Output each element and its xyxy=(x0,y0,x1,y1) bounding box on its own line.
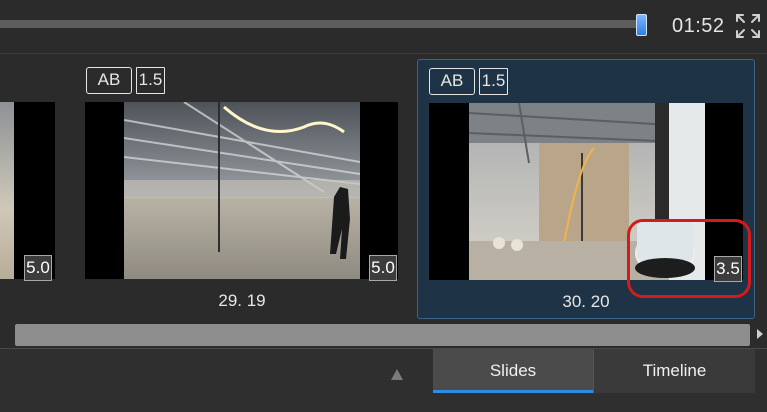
tab-timeline[interactable]: Timeline xyxy=(593,349,755,393)
slide-image xyxy=(85,102,398,279)
slide-duration[interactable]: 5.0 xyxy=(369,255,397,281)
slide-duration[interactable]: 5.0 xyxy=(24,255,52,281)
tab-slides[interactable]: Slides xyxy=(433,349,593,393)
annotation-highlight xyxy=(627,219,751,298)
fullscreen-icon[interactable] xyxy=(735,13,761,39)
scroll-right-arrow-icon[interactable] xyxy=(757,329,763,339)
collapse-up-arrow-icon[interactable] xyxy=(391,369,403,380)
seek-track[interactable] xyxy=(0,20,640,28)
slide-image xyxy=(0,102,55,279)
seek-handle[interactable] xyxy=(636,14,647,36)
scrollbar-thumb[interactable] xyxy=(15,324,750,346)
slide-caption: 29. 19 xyxy=(218,291,266,310)
transition-badge[interactable]: AB xyxy=(86,67,132,94)
transition-badge[interactable]: AB xyxy=(429,68,475,95)
slide-thumbnail[interactable]: 5.0 xyxy=(0,55,60,323)
slide-thumbnail[interactable]: AB 1.5 5.0 29. 19 xyxy=(84,55,400,323)
playback-bar: 01:52 xyxy=(0,0,767,54)
transition-duration-badge[interactable]: 1.5 xyxy=(479,68,508,95)
bottom-tab-bar: Slides Timeline xyxy=(0,348,767,412)
photo-warehouse xyxy=(124,102,360,279)
playback-time: 01:52 xyxy=(672,15,725,37)
transition-duration-badge[interactable]: 1.5 xyxy=(136,67,165,94)
horizontal-scrollbar[interactable] xyxy=(0,322,767,348)
